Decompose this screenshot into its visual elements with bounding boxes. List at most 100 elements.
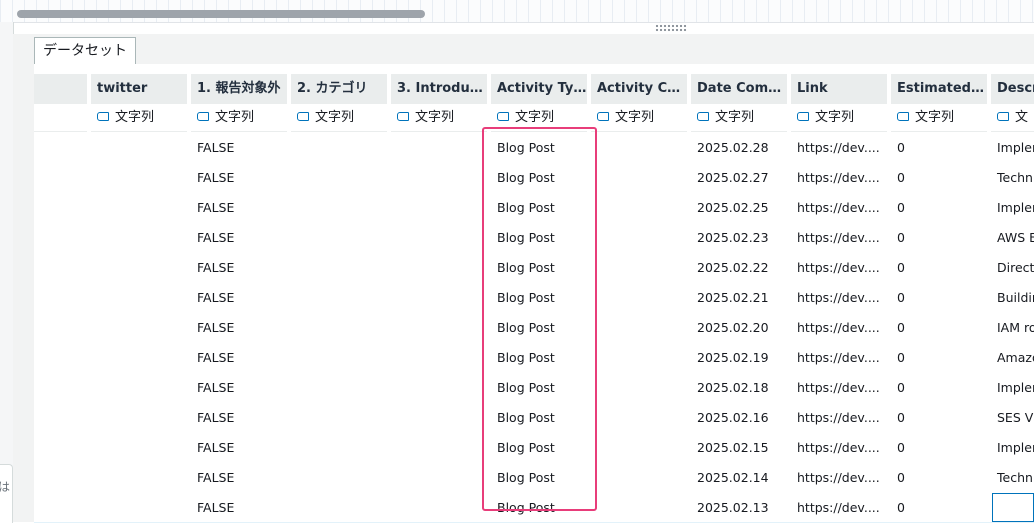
table-cell[interactable]: https://dev.... (791, 253, 887, 283)
column-type[interactable]: 文字列 (791, 104, 887, 132)
column-type[interactable]: 文字列 (891, 104, 987, 132)
table-cell[interactable] (91, 133, 187, 163)
column-header[interactable]: twitter (91, 74, 187, 104)
table-cell[interactable] (91, 433, 187, 463)
table-cell[interactable]: 2025.02.22 (691, 253, 787, 283)
table-cell[interactable] (391, 253, 487, 283)
table-cell[interactable] (391, 343, 487, 373)
table-cell[interactable]: Blog Post (491, 433, 587, 463)
table-cell[interactable]: 2025.02.15 (691, 433, 787, 463)
column-type[interactable]: 文 (991, 104, 1034, 132)
table-cell[interactable] (291, 193, 387, 223)
table-cell[interactable] (291, 163, 387, 193)
table-cell[interactable] (591, 133, 687, 163)
table-cell[interactable]: 2025.02.18 (691, 373, 787, 403)
table-cell[interactable] (91, 163, 187, 193)
table-cell[interactable]: Blog Post (491, 253, 587, 283)
table-cell[interactable]: Blog Post (491, 283, 587, 313)
table-cell[interactable] (34, 493, 87, 522)
column-type[interactable]: 文字列 (191, 104, 287, 132)
table-cell[interactable]: 0 (891, 283, 987, 313)
table-cell[interactable]: Impler (991, 133, 1034, 163)
table-cell[interactable] (291, 253, 387, 283)
column-header[interactable]: 3. Introduc... (391, 74, 487, 104)
table-cell[interactable]: https://dev.... (791, 223, 887, 253)
table-cell[interactable] (34, 433, 87, 463)
table-cell[interactable] (391, 463, 487, 493)
table-cell[interactable]: 2025.02.19 (691, 343, 787, 373)
table-cell[interactable] (391, 193, 487, 223)
table-cell[interactable]: Techni (991, 163, 1034, 193)
column-header[interactable]: 2. カテゴリ (291, 74, 387, 104)
table-cell[interactable]: https://dev.... (791, 433, 887, 463)
table-cell[interactable] (291, 463, 387, 493)
table-cell[interactable]: https://dev.... (791, 193, 887, 223)
table-cell[interactable]: Blog Post (491, 223, 587, 253)
table-cell[interactable]: 0 (891, 133, 987, 163)
table-cell[interactable]: 2025.02.23 (691, 223, 787, 253)
column-header[interactable]: Date Comp... (691, 74, 787, 104)
table-cell[interactable] (591, 403, 687, 433)
table-cell[interactable]: FALSE (191, 193, 287, 223)
table-cell[interactable] (91, 253, 187, 283)
table-cell[interactable] (591, 463, 687, 493)
table-cell[interactable] (391, 433, 487, 463)
table-cell[interactable] (34, 313, 87, 343)
table-cell[interactable]: Impler (991, 373, 1034, 403)
table-cell[interactable]: Blog Post (491, 403, 587, 433)
table-cell[interactable]: 2025.02.25 (691, 193, 787, 223)
table-cell[interactable] (591, 193, 687, 223)
table-cell[interactable] (34, 403, 87, 433)
table-cell[interactable] (291, 493, 387, 522)
table-cell[interactable] (91, 313, 187, 343)
table-cell[interactable] (391, 223, 487, 253)
table-cell[interactable] (591, 343, 687, 373)
table-cell[interactable]: Buildir (991, 283, 1034, 313)
table-cell[interactable] (91, 373, 187, 403)
table-cell[interactable] (591, 223, 687, 253)
table-cell[interactable]: 2025.02.28 (691, 133, 787, 163)
table-cell[interactable] (34, 463, 87, 493)
table-cell[interactable]: https://dev.... (791, 313, 887, 343)
table-cell[interactable]: 0 (891, 433, 987, 463)
column-header[interactable]: Estimated ... (891, 74, 987, 104)
table-cell[interactable] (591, 253, 687, 283)
table-cell[interactable]: 0 (891, 313, 987, 343)
table-cell[interactable]: 0 (891, 463, 987, 493)
table-cell[interactable] (34, 193, 87, 223)
table-cell[interactable] (34, 133, 87, 163)
table-cell[interactable]: FALSE (191, 493, 287, 522)
table-cell[interactable]: 2025.02.16 (691, 403, 787, 433)
table-cell[interactable] (34, 223, 87, 253)
table-cell[interactable] (591, 493, 687, 522)
table-cell[interactable] (91, 493, 187, 522)
table-cell[interactable]: Blog Post (491, 463, 587, 493)
table-cell[interactable]: https://dev.... (791, 343, 887, 373)
table-cell[interactable]: 0 (891, 343, 987, 373)
table-cell[interactable]: 0 (891, 403, 987, 433)
table-cell[interactable]: 0 (891, 373, 987, 403)
table-cell[interactable] (91, 403, 187, 433)
table-cell[interactable] (391, 133, 487, 163)
column-type[interactable]: 文字列 (691, 104, 787, 132)
column-type[interactable]: 文字列 (291, 104, 387, 132)
table-cell[interactable]: FALSE (191, 163, 287, 193)
table-cell[interactable]: 2025.02.14 (691, 463, 787, 493)
table-cell[interactable] (291, 283, 387, 313)
column-header[interactable]: Activity Ca... (591, 74, 687, 104)
resize-handle-icon[interactable] (655, 24, 687, 32)
table-cell[interactable] (291, 433, 387, 463)
table-cell[interactable]: 2025.02.13 (691, 493, 787, 522)
table-cell[interactable]: 0 (891, 253, 987, 283)
table-cell[interactable] (34, 253, 87, 283)
table-cell[interactable]: FALSE (191, 133, 287, 163)
table-cell[interactable]: Blog Post (491, 193, 587, 223)
column-header[interactable]: 1. 報告対象外 (191, 74, 287, 104)
table-cell[interactable] (391, 373, 487, 403)
table-cell[interactable]: Impler (991, 193, 1034, 223)
table-cell[interactable]: AWS B (991, 223, 1034, 253)
column-header[interactable]: Activity Type (491, 74, 587, 104)
table-cell[interactable] (591, 313, 687, 343)
table-cell[interactable]: Blog Post (491, 373, 587, 403)
table-cell[interactable]: FALSE (191, 223, 287, 253)
